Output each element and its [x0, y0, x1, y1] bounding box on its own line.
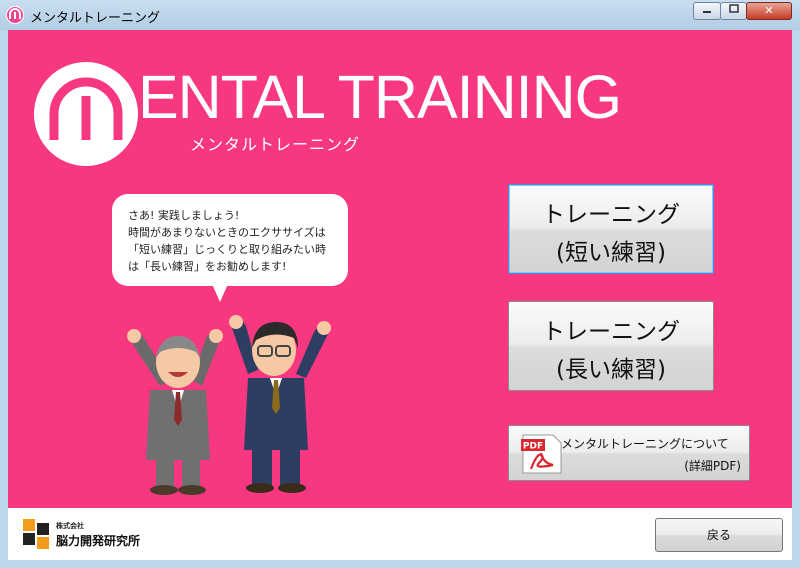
- long-training-button[interactable]: トレーニング (長い練習): [508, 301, 714, 391]
- back-button[interactable]: 戻る: [655, 518, 783, 552]
- maximize-icon: [728, 4, 739, 13]
- older-man-figure: [127, 329, 223, 495]
- minimize-button[interactable]: [693, 2, 721, 20]
- window-title: メンタルトレーニング: [30, 11, 161, 26]
- logo-title: ENTAL TRAINING: [138, 63, 622, 131]
- long-training-label-2: (長い練習): [556, 357, 666, 383]
- characters-illustration: [110, 300, 350, 500]
- bubble-line-2: 時間があまりないときのエクササイズは: [128, 226, 326, 239]
- logo-m-circle: [34, 62, 138, 166]
- pdf-button-label: メンタルトレーニングについて: [561, 437, 729, 451]
- bubble-line-3: 「短い練習」じっくりと取り組みたい時: [128, 243, 326, 256]
- company-logo: 株式会社 脳力開発研究所: [22, 518, 162, 552]
- maximize-button[interactable]: [720, 2, 747, 20]
- pdf-button-sublabel: (詳細PDF): [684, 459, 741, 473]
- close-icon: ✕: [764, 4, 774, 17]
- long-training-label-1: トレーニング: [542, 319, 680, 345]
- app-icon: [6, 6, 24, 24]
- pdf-details-button[interactable]: PDF メンタルトレーニングについて (詳細PDF): [508, 425, 750, 481]
- pdf-icon-label: PDF: [523, 442, 543, 452]
- window-titlebar: メンタルトレーニング ✕: [0, 0, 800, 30]
- young-man-figure: [229, 315, 331, 493]
- close-button[interactable]: ✕: [746, 2, 792, 20]
- pdf-icon: PDF: [519, 433, 563, 475]
- company-prefix: 株式会社: [56, 522, 84, 530]
- short-training-button[interactable]: トレーニング (短い練習): [508, 184, 714, 274]
- company-emblem-icon: [23, 519, 49, 549]
- bubble-line-4: は「長い練習」をお勧めします!: [128, 260, 287, 273]
- company-name: 脳力開発研究所: [56, 534, 141, 548]
- short-training-label-2: (短い練習): [556, 240, 666, 266]
- minimize-icon: [703, 11, 711, 13]
- logo-subtitle: メンタルトレーニング: [190, 135, 361, 154]
- bubble-line-1: さあ! 実践しましょう!: [128, 209, 240, 222]
- short-training-label-1: トレーニング: [542, 202, 680, 228]
- logo-m-icon: [49, 77, 123, 140]
